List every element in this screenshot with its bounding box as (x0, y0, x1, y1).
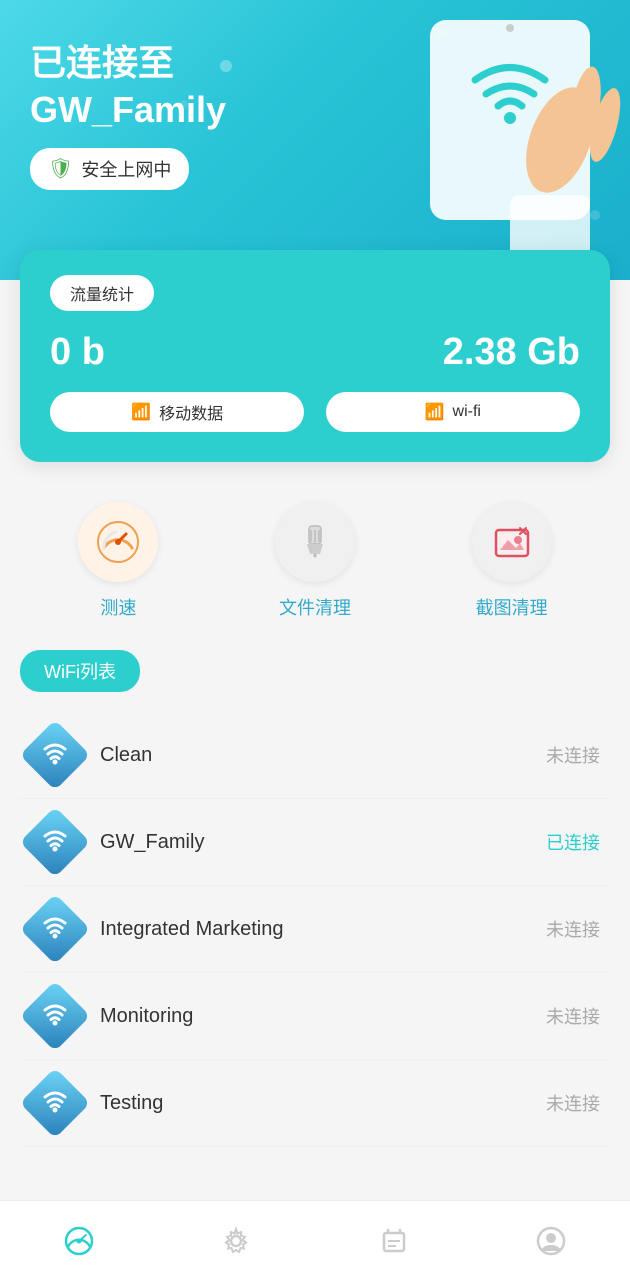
speedometer-icon (96, 520, 140, 564)
stats-label: 流量统计 (50, 275, 154, 311)
wifi-connection-status: 未连接 (546, 1090, 600, 1116)
speed-test-label: 测速 (100, 594, 136, 620)
action-file-clean[interactable]: 文件清理 (275, 502, 355, 620)
wifi-list: Clean 未连接 GW_Family 已连接 (20, 712, 610, 1147)
mobile-data-button[interactable]: 📶 移动数据 (50, 392, 304, 432)
connected-label: 已连接至 GW_Family (30, 40, 600, 134)
wifi-list-item[interactable]: Clean 未连接 (20, 712, 610, 799)
wifi-network-name: Integrated Marketing (100, 918, 546, 941)
wifi-list-item[interactable]: Integrated Marketing 未连接 (20, 886, 610, 973)
wifi-list-badge: WiFi列表 (20, 650, 140, 692)
mobile-data-value: 0 b (50, 331, 105, 374)
wifi-network-name: GW_Family (100, 831, 546, 854)
wifi-diamond-icon (20, 981, 91, 1052)
speed-test-icon-circle (78, 502, 158, 582)
file-clean-label: 文件清理 (279, 594, 351, 620)
gear-nav-icon (220, 1225, 252, 1257)
nav-tools[interactable] (315, 1201, 473, 1280)
bottom-nav (0, 1200, 630, 1280)
stats-values-row: 0 b 2.38 Gb (50, 331, 580, 374)
screenshot-clean-label: 截图清理 (476, 594, 548, 620)
shield-icon: 🛡 (48, 156, 73, 181)
stats-card: 流量统计 0 b 2.38 Gb 📶 移动数据 📶 wi-fi (20, 250, 610, 462)
wifi-signal-icon (42, 739, 68, 771)
wifi-signal-icon (42, 1087, 68, 1119)
wifi-signal-icon (42, 1000, 68, 1032)
file-clean-icon-circle (275, 502, 355, 582)
wifi-data-value: 2.38 Gb (443, 331, 580, 374)
wifi-connection-status: 已连接 (546, 829, 600, 855)
wifi-section: WiFi列表 Clean 未连接 (0, 640, 630, 1247)
actions-section: 测速 文件清理 (0, 462, 630, 640)
wifi-signal-icon (42, 826, 68, 858)
speedometer-nav-icon (63, 1225, 95, 1257)
wifi-list-item[interactable]: Testing 未连接 (20, 1060, 610, 1147)
mobile-data-icon: 📶 (131, 402, 151, 422)
wifi-diamond-icon (20, 720, 91, 791)
wifi-diamond-icon (20, 894, 91, 965)
stats-buttons: 📶 移动数据 📶 wi-fi (50, 392, 580, 432)
profile-nav-icon (535, 1225, 567, 1257)
action-speed-test[interactable]: 测速 (78, 502, 158, 620)
header-banner: 已连接至 GW_Family 🛡 安全上网中 (0, 0, 630, 280)
wifi-list-item[interactable]: GW_Family 已连接 (20, 799, 610, 886)
safe-badge: 🛡 安全上网中 (30, 148, 189, 190)
wifi-network-name: Clean (100, 744, 546, 767)
wifi-diamond-icon (20, 807, 91, 878)
tools-nav-icon (378, 1225, 410, 1257)
action-screenshot-clean[interactable]: 截图清理 (472, 502, 552, 620)
wifi-connection-status: 未连接 (546, 742, 600, 768)
screenshot-icon (490, 520, 534, 564)
broom-icon (293, 520, 337, 564)
wifi-list-item[interactable]: Monitoring 未连接 (20, 973, 610, 1060)
screenshot-clean-icon-circle (472, 502, 552, 582)
wifi-signal-icon (42, 913, 68, 945)
nav-profile[interactable] (473, 1201, 630, 1280)
wifi-button[interactable]: 📶 wi-fi (326, 392, 580, 432)
wifi-network-name: Testing (100, 1092, 546, 1115)
wifi-connection-status: 未连接 (546, 1003, 600, 1029)
wifi-diamond-icon (20, 1068, 91, 1139)
wifi-network-name: Monitoring (100, 1005, 546, 1028)
wifi-connection-status: 未连接 (546, 916, 600, 942)
wifi-icon: 📶 (425, 402, 445, 422)
nav-speed[interactable] (0, 1201, 158, 1280)
nav-settings[interactable] (158, 1201, 316, 1280)
